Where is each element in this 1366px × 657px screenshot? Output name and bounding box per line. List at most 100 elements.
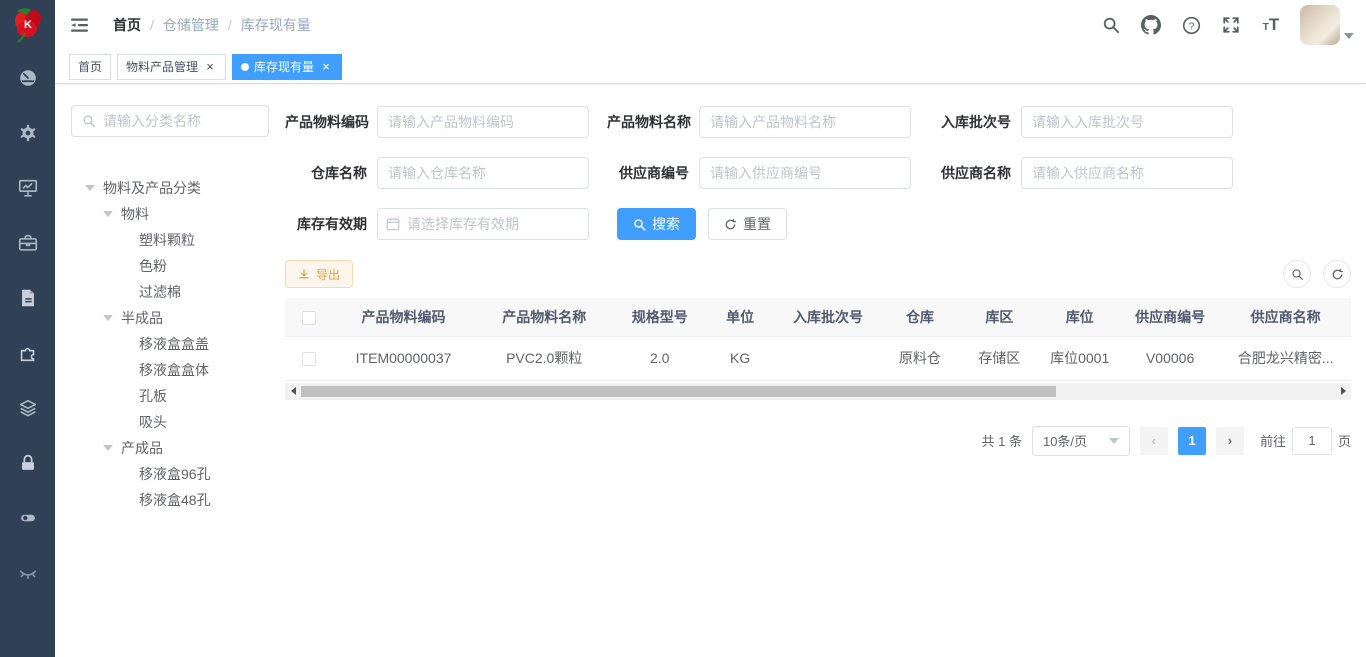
rail-item-toolbox[interactable] [0,215,55,270]
scrollbar-thumb[interactable] [301,386,1056,397]
page-size-select[interactable]: 10条/页 [1032,426,1130,456]
next-page-button[interactable]: › [1216,427,1244,455]
batch-no-input[interactable] [1021,106,1233,138]
help-button[interactable]: ? [1174,0,1208,50]
category-search-box [71,105,269,137]
scrollbar-track[interactable] [301,383,1335,400]
select-all-checkbox[interactable] [302,311,316,325]
app-logo[interactable]: K [0,0,55,50]
reset-button[interactable]: 重置 [708,208,787,240]
item-code-input[interactable] [377,106,589,138]
rail-item-layers[interactable] [0,380,55,435]
toggle-search-button[interactable] [1283,260,1311,288]
layers-icon [17,397,39,419]
tree-node-material[interactable]: 物料 [71,201,269,227]
header-search-button[interactable] [1094,0,1128,50]
scroll-left-button[interactable] [285,383,301,400]
breadcrumb-item-current: 库存现有量 [241,15,311,35]
font-size-button[interactable]: TT [1254,0,1288,50]
tab-material-management[interactable]: 物料产品管理 × [117,54,226,80]
table-toolbar: 导出 [285,260,1351,288]
main-panel: 产品物料编码 产品物料名称 入库批次号 仓库名称 供应商编号 [285,84,1351,657]
row-checkbox[interactable] [302,352,316,366]
sidebar-collapse-button[interactable] [55,0,105,50]
export-button[interactable]: 导出 [285,260,353,288]
reset-button-label: 重置 [743,214,771,234]
supplier-code-input[interactable] [699,157,911,189]
github-link[interactable] [1134,0,1168,50]
download-icon [298,268,310,280]
arrow-left-icon: ‹ [1152,433,1156,448]
category-search-input[interactable] [103,113,253,129]
warehouse-name-input[interactable] [377,157,589,189]
fullscreen-button[interactable] [1214,0,1248,50]
tree-node-box-lid[interactable]: 移液盒盒盖 [71,331,269,357]
scroll-right-button[interactable] [1335,383,1351,400]
tree-node-root[interactable]: 物料及产品分类 [71,175,269,201]
caret-down-icon[interactable] [85,185,95,191]
cell-item-name: PVC2.0颗粒 [474,336,615,380]
tree-node-box-96[interactable]: 移液盒96孔 [71,461,269,487]
rail-item-toggle[interactable] [0,490,55,545]
horizontal-scrollbar [285,383,1351,400]
rail-item-monitor[interactable] [0,160,55,215]
hamburger-icon [70,15,90,35]
expiry-date-input[interactable] [407,216,567,232]
user-menu[interactable] [1300,5,1354,45]
page-number-1[interactable]: 1 [1178,427,1206,455]
page-content: 物料及产品分类 物料 塑料颗粒 色粉 过滤棉 半成品 移液盒盒盖 移液盒盒体 孔… [55,84,1366,657]
filter-label: 库存有效期 [285,214,377,234]
tree-node-plastic-pellets[interactable]: 塑料颗粒 [71,227,269,253]
tree-node-pigment[interactable]: 色粉 [71,253,269,279]
rail-item-security[interactable] [0,435,55,490]
search-button-label: 搜索 [652,214,680,234]
tree-node-well-plate[interactable]: 孔板 [71,383,269,409]
filter-row-1: 产品物料编码 产品物料名称 入库批次号 [285,106,1351,138]
tree-node-finished[interactable]: 产成品 [71,435,269,461]
filter-row-3: 库存有效期 搜索 重置 [285,208,1351,240]
total-count: 共 1 条 [982,431,1022,450]
inventory-table: 产品物料编码 产品物料名称 规格型号 单位 入库批次号 仓库 库区 库位 供应商… [285,298,1351,381]
rail-item-documents[interactable] [0,270,55,325]
refresh-table-button[interactable] [1323,260,1351,288]
tree-node-box-body[interactable]: 移液盒盒体 [71,357,269,383]
tab-home[interactable]: 首页 [69,54,111,80]
filter-item-supplier-code: 供应商编号 [607,157,929,189]
breadcrumb-item-home[interactable]: 首页 [113,15,141,35]
goto-page-input[interactable] [1292,427,1332,455]
column-header: 规格型号 [615,298,705,336]
caret-down-icon[interactable] [103,445,113,451]
prev-page-button[interactable]: ‹ [1140,427,1168,455]
filter-label: 入库批次号 [929,112,1021,132]
column-header: 产品物料名称 [474,298,615,336]
caret-down-icon[interactable] [103,315,113,321]
column-header: 产品物料编码 [333,298,474,336]
flower-logo-icon: K [11,7,45,43]
search-button[interactable]: 搜索 [617,208,696,240]
avatar[interactable] [1300,5,1340,45]
tree-node-filter-cotton[interactable]: 过滤棉 [71,279,269,305]
lock-icon [17,452,39,474]
tree-node-semi-finished[interactable]: 半成品 [71,305,269,331]
filter-row-2: 仓库名称 供应商编号 供应商名称 [285,157,1351,189]
rail-item-plugin[interactable] [0,325,55,380]
select-all-cell [285,298,333,336]
page-jumper: 前往 页 [1260,427,1351,455]
table-row[interactable]: ITEM00000037 PVC2.0颗粒 2.0 KG 原料仓 存储区 库位0… [285,336,1351,380]
rail-item-settings[interactable] [0,105,55,160]
rail-item-dashboard[interactable] [0,50,55,105]
caret-down-icon[interactable] [103,211,113,217]
filter-label: 产品物料编码 [285,112,377,132]
supplier-name-input[interactable] [1021,157,1233,189]
close-icon[interactable]: × [319,60,333,74]
tree-node-label: 吸头 [139,412,167,432]
tree-node-tip[interactable]: 吸头 [71,409,269,435]
column-header: 库区 [959,298,1039,336]
page-unit-label: 页 [1338,431,1351,450]
expiry-date-picker[interactable] [377,208,589,240]
item-name-input[interactable] [699,106,911,138]
rail-item-hidden[interactable] [0,545,55,600]
tab-inventory-onhand[interactable]: 库存现有量 × [232,54,342,80]
close-icon[interactable]: × [203,60,217,74]
tree-node-box-48[interactable]: 移液盒48孔 [71,487,269,513]
